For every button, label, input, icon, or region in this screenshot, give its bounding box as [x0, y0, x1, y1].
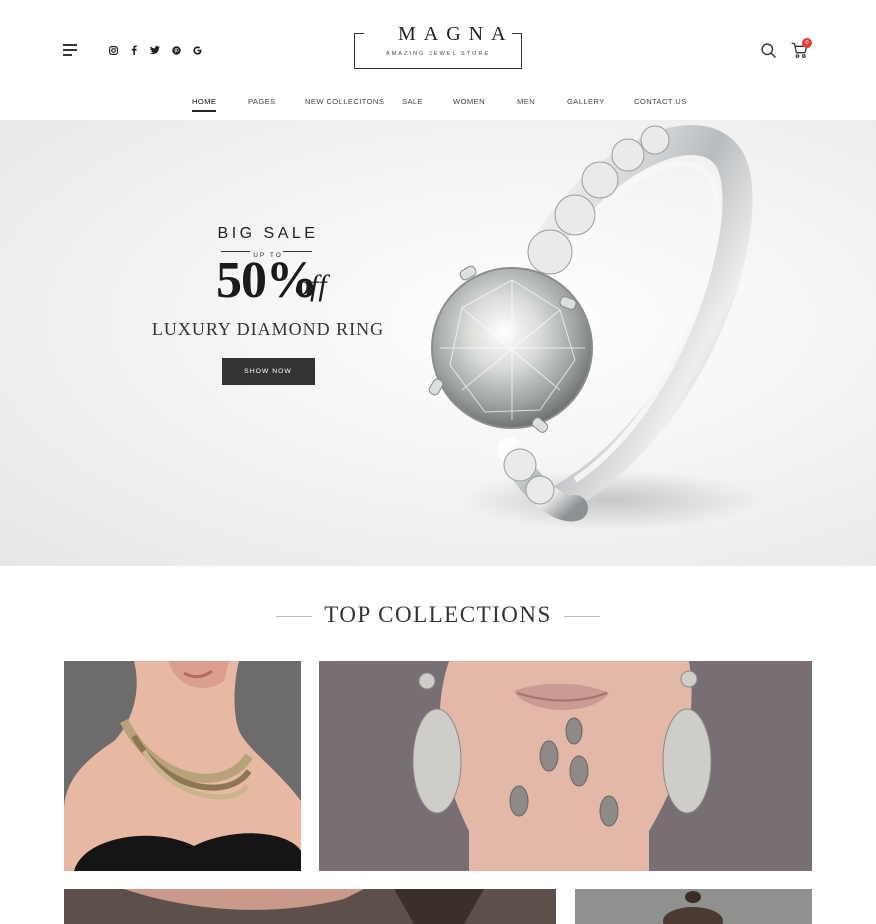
collection-tile-earrings[interactable] — [319, 661, 812, 871]
nav-item-home[interactable]: HOME — [192, 97, 217, 112]
hero-product-name: LUXURY DIAMOND RING — [151, 319, 385, 339]
hamburger-menu-icon[interactable] — [63, 44, 79, 56]
diamond-ring-image — [428, 125, 760, 530]
google-icon[interactable] — [192, 44, 202, 56]
hero-banner: BIG SALE UP TO 50% off LUXURY DIAMOND RI… — [0, 120, 876, 566]
instagram-icon[interactable] — [108, 44, 118, 56]
hero-text: BIG SALE UP TO 50% off LUXURY DIAMOND RI… — [150, 225, 386, 385]
site-logo[interactable]: MAGNA AMAZING JEWEL STORE — [354, 23, 522, 69]
nav-item-women[interactable]: WOMEN — [453, 97, 485, 106]
site-header: MAGNA AMAZING JEWEL STORE 0 HOME PAGES N… — [0, 0, 876, 120]
collection-tile-model[interactable] — [575, 889, 812, 924]
collections-title: TOP COLLECTIONS — [324, 602, 552, 627]
logo-tagline: AMAZING JEWEL STORE — [385, 51, 491, 57]
nav-item-men[interactable]: MEN — [517, 97, 535, 106]
hero-off: off — [295, 269, 327, 302]
nav-item-new-collections[interactable]: NEW COLLECITONS — [305, 97, 384, 106]
logo-brand: MAGNA — [390, 23, 506, 46]
collections-header: TOP COLLECTIONS — [0, 600, 876, 632]
collection-tile-necklace[interactable] — [64, 661, 301, 871]
cart-count-badge: 0 — [802, 38, 812, 48]
show-now-button[interactable]: SHOW NOW — [221, 358, 315, 385]
pinterest-icon[interactable] — [171, 44, 181, 56]
nav-item-contact-us[interactable]: CONTACT US — [634, 97, 687, 106]
search-icon[interactable] — [761, 43, 776, 58]
facebook-icon[interactable] — [129, 44, 139, 56]
social-links — [108, 44, 202, 56]
nav-item-gallery[interactable]: GALLERY — [567, 97, 605, 106]
main-nav: HOME PAGES NEW COLLECITONS SALE WOMEN ME… — [0, 97, 876, 113]
collection-tile-portrait[interactable] — [64, 889, 556, 924]
hero-headline: BIG SALE — [217, 225, 319, 242]
nav-item-pages[interactable]: PAGES — [248, 97, 276, 106]
twitter-icon[interactable] — [150, 44, 160, 56]
nav-item-sale[interactable]: SALE — [402, 97, 423, 106]
